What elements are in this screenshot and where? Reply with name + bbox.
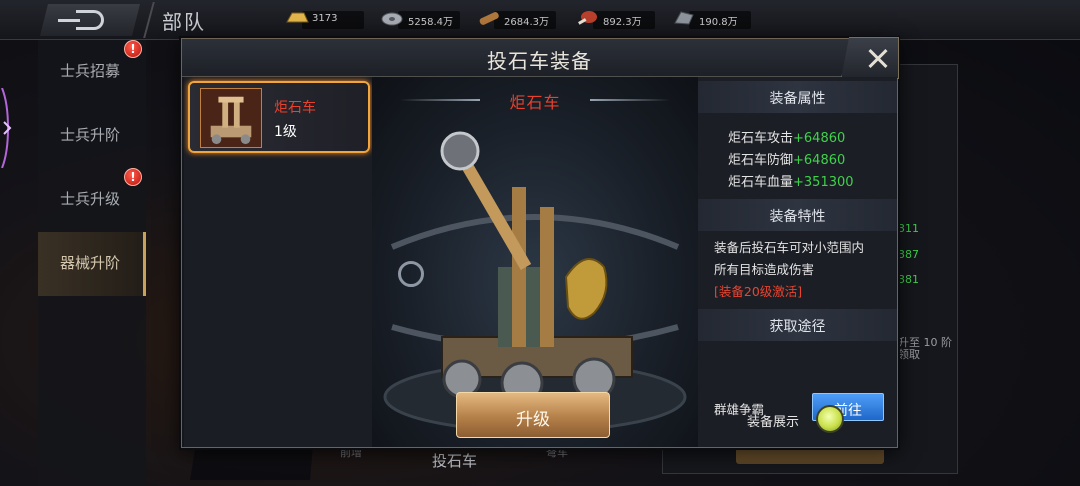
bg-note: 领取 [898, 348, 920, 361]
bg-value: 381 [898, 273, 919, 286]
sidebar: 士兵招募 ! 士兵升阶 士兵升级 ! 器械升阶 [38, 40, 146, 486]
trait-unlock-text: [装备20级激活] [714, 284, 803, 299]
attributes-heading: 装备属性 [698, 81, 897, 113]
sidebar-item-soldier-advance[interactable]: 士兵升阶 [38, 104, 146, 168]
meat-food-icon [578, 11, 597, 25]
expand-arrow-icon[interactable] [0, 88, 14, 168]
display-toggle-label: 装备展示 [747, 415, 800, 430]
sidebar-item-machine-advance[interactable]: 器械升阶 [38, 232, 146, 296]
equipment-level: 1级 [274, 124, 297, 140]
equipment-card-selected[interactable]: 炬石车 1级 [188, 81, 370, 153]
close-button[interactable] [841, 37, 899, 79]
modal-title: 投石车装备 [487, 49, 592, 73]
equipment-modal: 投石车装备 炬石车 1级 炬石车 升级 装备属性 炬石车攻击+64860 炬石车… [181, 37, 899, 448]
sidebar-item-label: 器械升阶 [60, 254, 121, 272]
attribute-hp: 炬石车血量+351300 [728, 175, 854, 190]
bg-tab-catapult[interactable]: 投石车 [432, 450, 477, 471]
sidebar-item-label: 士兵招募 [60, 62, 121, 80]
title-divider [143, 2, 155, 38]
attribute-defense: 炬石车防御+64860 [728, 153, 846, 168]
attribute-attack: 炬石车攻击+64860 [728, 131, 846, 146]
display-toggle[interactable] [816, 405, 844, 433]
alert-badge: ! [124, 40, 142, 58]
back-button[interactable] [40, 4, 140, 36]
rotate-indicator[interactable] [398, 261, 424, 287]
bg-value: 387 [898, 248, 919, 261]
back-icon [58, 10, 104, 30]
upgrade-button[interactable]: 升级 [456, 392, 610, 438]
upgrade-button-label: 升级 [516, 410, 550, 430]
top-bar: 部队 3173 5258.4万 2684.3万 892.3万 190.8万 [0, 0, 1080, 40]
wood-log-icon [479, 12, 499, 25]
equipment-name: 炬石车 [274, 100, 316, 116]
sidebar-item-soldier-upgrade[interactable]: 士兵升级 ! [38, 168, 146, 232]
page-title: 部队 [162, 10, 206, 34]
sidebar-item-recruit[interactable]: 士兵招募 ! [38, 40, 146, 104]
catapult-thumbnail-icon [200, 88, 262, 148]
trait-text: 所有目标造成伤害 [714, 262, 815, 277]
sidebar-item-label: 士兵升阶 [60, 126, 121, 144]
info-panel: 装备属性 炬石车攻击+64860 炬石车防御+64860 炬石车血量+35130… [698, 77, 897, 447]
silver-coin-icon [381, 12, 403, 26]
game-screen: 部队 3173 5258.4万 2684.3万 892.3万 190.8万 士兵… [0, 0, 1080, 486]
sidebar-item-label: 士兵升级 [60, 190, 121, 208]
source-heading: 获取途径 [698, 309, 897, 341]
iron-ore-icon [674, 11, 694, 25]
gold-ingot-icon [286, 12, 309, 23]
equipment-list: 炬石车 1级 [184, 77, 372, 447]
alert-badge: ! [124, 168, 142, 186]
modal-header: 投石车装备 [182, 39, 897, 77]
trait-text: 装备后投石车可对小范围内 [714, 240, 865, 255]
traits-heading: 装备特性 [698, 199, 897, 231]
bg-value: 311 [898, 222, 919, 235]
stage-title: 炬石车 [509, 93, 561, 112]
